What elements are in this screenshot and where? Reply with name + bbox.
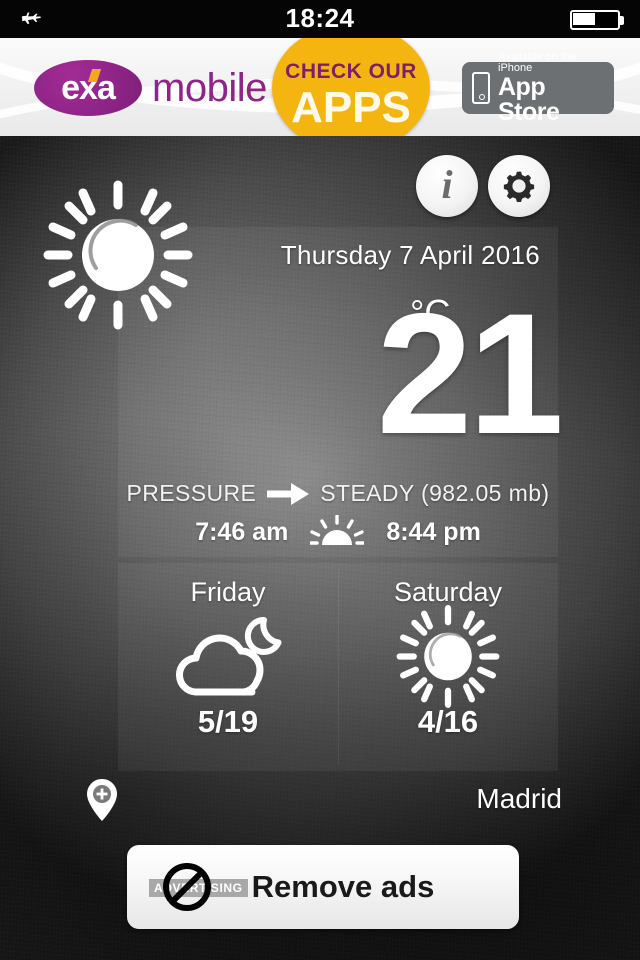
info-button[interactable]: i (416, 155, 478, 217)
sunrise-time: 7:46 am (195, 517, 289, 546)
battery-fill (573, 13, 595, 25)
city-name: Madrid (476, 783, 562, 814)
app-screen: 18:24 exa mobile CHECK OUR APPS Availabl… (0, 0, 640, 960)
forecast-temps: 4/16 (417, 704, 479, 739)
settings-button[interactable] (488, 155, 550, 217)
iphone-icon (472, 72, 490, 104)
forecast-day-friday[interactable]: Friday 5/19 (118, 563, 338, 771)
check-our-apps-badge[interactable]: CHECK OUR APPS (272, 38, 430, 136)
current-date: Thursday 7 April 2016 (280, 240, 540, 270)
app-store-badge[interactable]: Available on the iPhone App Store (462, 51, 614, 124)
arrow-right-icon (267, 482, 310, 505)
status-bar: 18:24 (0, 0, 640, 38)
exa-logo-text: exa (61, 69, 116, 107)
remove-ads-button[interactable]: ADVERTISING Remove ads (127, 845, 519, 929)
exa-mobile-logo[interactable]: exa mobile (34, 60, 267, 116)
sun-times-row: 7:46 am 8:44 pm (118, 515, 558, 549)
add-location-button[interactable] (84, 778, 120, 822)
info-icon: i (441, 162, 453, 207)
forecast-temps: 5/19 (197, 704, 259, 739)
badge-line-1: CHECK OUR (285, 59, 417, 83)
forecast-day-label: Friday (190, 577, 266, 607)
app-store-line-1: Available on the iPhone (498, 50, 577, 74)
sunset-time: 8:44 pm (386, 517, 481, 546)
exa-logo-mark: exa (34, 60, 142, 116)
cloud-moon-icon (169, 610, 287, 702)
current-temperature: 21 (376, 278, 564, 470)
battery-cap (620, 16, 624, 25)
status-bar-time: 18:24 (285, 3, 355, 33)
pressure-label: PRESSURE (126, 480, 257, 506)
pressure-row: PRESSURE STEADY (982.05 mb) (118, 480, 558, 507)
gear-icon (503, 171, 535, 202)
sunrise-icon (310, 515, 365, 545)
battery-half-icon (570, 10, 624, 30)
badge-line-2: APPS (291, 82, 411, 132)
forecast-day-saturday[interactable]: Saturday 4/16 (338, 563, 558, 771)
pressure-value: STEADY (982.05 mb) (320, 480, 550, 506)
app-store-text: Available on the iPhone App Store (498, 50, 604, 126)
app-store-line-2: App Store (498, 72, 560, 126)
map-pin-plus-icon (87, 779, 117, 821)
exa-logo-word: mobile (152, 65, 267, 110)
ad-banner[interactable]: exa mobile CHECK OUR APPS Available on t… (0, 38, 640, 136)
no-entry-icon (163, 863, 211, 911)
sun-icon (393, 604, 503, 708)
